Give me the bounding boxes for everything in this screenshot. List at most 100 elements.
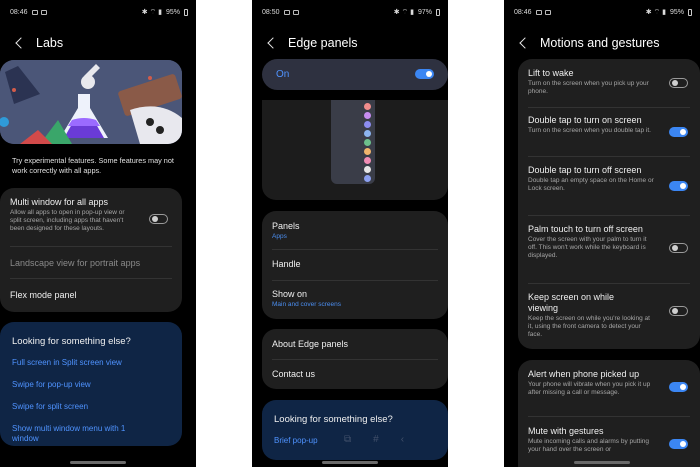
- edge-app-icon: [364, 112, 371, 119]
- edge-app-icon: [364, 148, 371, 155]
- palm-touch-row[interactable]: Palm touch to turn off screen Cover the …: [518, 216, 700, 283]
- alert-picked-up-toggle[interactable]: [669, 382, 688, 392]
- phone-labs: 08:46 ✱ ⌔ ▮ 95% Labs Try experimental fe…: [0, 0, 196, 467]
- edge-app-icon: [364, 166, 371, 173]
- link-swipe-popup[interactable]: Swipe for pop-up view: [0, 377, 182, 393]
- flask-illustration-icon: [0, 60, 182, 144]
- back-icon[interactable]: [262, 34, 280, 52]
- link-full-screen-split[interactable]: Full screen in Split screen view: [0, 355, 182, 371]
- header: Edge panels: [262, 33, 440, 53]
- looking-card: Looking for something else? Brief pop-up…: [262, 400, 448, 460]
- palm-touch-toggle[interactable]: [669, 243, 688, 253]
- edge-app-icon: [364, 157, 371, 164]
- notification-icon: [283, 9, 290, 15]
- status-time: 08:46: [10, 8, 28, 16]
- status-time: 08:50: [262, 8, 280, 16]
- multi-window-row[interactable]: Multi window for all apps Allow all apps…: [0, 188, 182, 246]
- double-tap-on-desc: Turn on the screen when you double tap i…: [528, 127, 651, 134]
- landscape-label: Landscape view for portrait apps: [10, 258, 141, 268]
- about-row[interactable]: About Edge panels: [262, 329, 448, 359]
- labs-intro: Try experimental features. Some features…: [12, 156, 174, 175]
- multi-window-title: Multi window for all apps: [10, 197, 109, 207]
- mute-gestures-desc: Mute incoming calls and alarms by puttin…: [528, 438, 650, 453]
- panels-row[interactable]: Panels Apps: [262, 211, 448, 249]
- battery-percent: 95%: [669, 8, 684, 16]
- alert-picked-up-title: Alert when phone picked up: [528, 369, 640, 379]
- home-icon[interactable]: #: [373, 434, 401, 445]
- keep-screen-on-row[interactable]: Keep screen on while viewing Keep the sc…: [518, 284, 700, 349]
- labs-illustration: [0, 60, 182, 144]
- show-on-sub: Main and cover screens: [272, 301, 342, 308]
- palm-touch-desc: Cover the screen with your palm to turn …: [528, 236, 647, 259]
- show-on-row[interactable]: Show on Main and cover screens: [262, 281, 448, 319]
- back-icon[interactable]: [10, 34, 28, 52]
- alert-picked-up-desc: Your phone will vibrate when you pick it…: [528, 381, 651, 396]
- lift-to-wake-row[interactable]: Lift to wake Turn on the screen when you…: [518, 59, 700, 107]
- notification-icon: [544, 9, 551, 15]
- edge-master-switch[interactable]: On: [262, 59, 448, 90]
- lift-to-wake-toggle[interactable]: [669, 78, 688, 88]
- battery-icon: [436, 8, 440, 16]
- double-tap-off-desc: Double tap an empty space on the Home or…: [528, 177, 654, 192]
- edge-app-icon: [364, 130, 371, 137]
- home-indicator[interactable]: [322, 461, 378, 464]
- lift-to-wake-desc: Turn on the screen when you pick up your…: [528, 80, 649, 95]
- mute-gestures-toggle[interactable]: [669, 439, 688, 449]
- back-nav-icon[interactable]: ‹: [401, 434, 426, 445]
- double-tap-off-toggle[interactable]: [669, 181, 688, 191]
- phone-edge-panels: 08:50 ✱ ⌔ ▮ 97% Edge panels On Panels Ap…: [252, 0, 448, 467]
- panels-label: Panels: [272, 221, 300, 231]
- edge-app-icon: [364, 103, 371, 110]
- link-swipe-split[interactable]: Swipe for split screen: [0, 399, 182, 415]
- alert-picked-up-row[interactable]: Alert when phone picked up Your phone wi…: [518, 360, 700, 416]
- back-icon[interactable]: [514, 34, 532, 52]
- page-title: Edge panels: [288, 36, 358, 50]
- signal-icon: ✱ ⌔ ▮: [645, 8, 666, 16]
- edge-settings-card: Panels Apps Handle Show on Main and cove…: [262, 211, 448, 319]
- flex-mode-row[interactable]: Flex mode panel: [0, 279, 182, 310]
- multi-window-desc: Allow all apps to open in pop-up view or…: [10, 209, 125, 232]
- edge-panel-apps: [364, 103, 372, 184]
- battery-icon: [184, 8, 188, 16]
- status-time: 08:46: [514, 8, 532, 16]
- edge-panels-toggle[interactable]: [415, 69, 434, 79]
- home-indicator[interactable]: [70, 461, 126, 464]
- battery-percent: 97%: [417, 8, 432, 16]
- recents-icon[interactable]: ⧉: [344, 434, 373, 445]
- home-indicator[interactable]: [574, 461, 630, 464]
- phone-motions-gestures: 08:46 ✱ ⌔ ▮ 95% Motions and gestures Lif…: [504, 0, 700, 467]
- show-on-label: Show on: [272, 289, 308, 299]
- labs-settings-card: Multi window for all apps Allow all apps…: [0, 188, 182, 312]
- keep-screen-on-title: Keep screen on while viewing: [528, 292, 615, 313]
- on-label: On: [276, 69, 290, 80]
- keep-screen-on-toggle[interactable]: [669, 306, 688, 316]
- page-title: Labs: [36, 36, 64, 50]
- edge-app-icon: [364, 175, 371, 182]
- contact-row[interactable]: Contact us: [262, 360, 448, 390]
- double-tap-on-toggle[interactable]: [669, 127, 688, 137]
- keep-screen-on-desc: Keep the screen on while you're looking …: [528, 315, 650, 338]
- notification-icon: [40, 9, 47, 15]
- contact-label: Contact us: [272, 369, 316, 379]
- battery-percent: 95%: [165, 8, 180, 16]
- about-card: About Edge panels Contact us: [262, 329, 448, 389]
- page-title: Motions and gestures: [540, 36, 660, 50]
- link-multi-window-menu[interactable]: Show multi window menu with 1 window: [0, 421, 150, 447]
- handle-label: Handle: [272, 259, 301, 269]
- double-tap-off-row[interactable]: Double tap to turn off screen Double tap…: [518, 157, 700, 215]
- double-tap-on-row[interactable]: Double tap to turn on screen Turn on the…: [518, 108, 700, 156]
- status-bar: 08:46 ✱ ⌔ ▮ 95%: [514, 6, 692, 18]
- landscape-row[interactable]: Landscape view for portrait apps: [0, 247, 182, 278]
- multi-window-toggle[interactable]: [149, 214, 168, 224]
- mute-gestures-title: Mute with gestures: [528, 426, 604, 436]
- handle-row[interactable]: Handle: [262, 250, 448, 280]
- notification-icon: [292, 9, 299, 15]
- signal-icon: ✱ ⌔ ▮: [141, 8, 162, 16]
- flex-mode-label: Flex mode panel: [10, 290, 77, 300]
- motions-card: Lift to wake Turn on the screen when you…: [518, 59, 700, 349]
- status-bar: 08:46 ✱ ⌔ ▮ 95%: [10, 6, 188, 18]
- alerts-card: Alert when phone picked up Your phone wi…: [518, 360, 700, 467]
- looking-title: Looking for something else?: [12, 336, 131, 347]
- mute-gestures-row[interactable]: Mute with gestures Mute incoming calls a…: [518, 417, 700, 467]
- lift-to-wake-title: Lift to wake: [528, 68, 574, 78]
